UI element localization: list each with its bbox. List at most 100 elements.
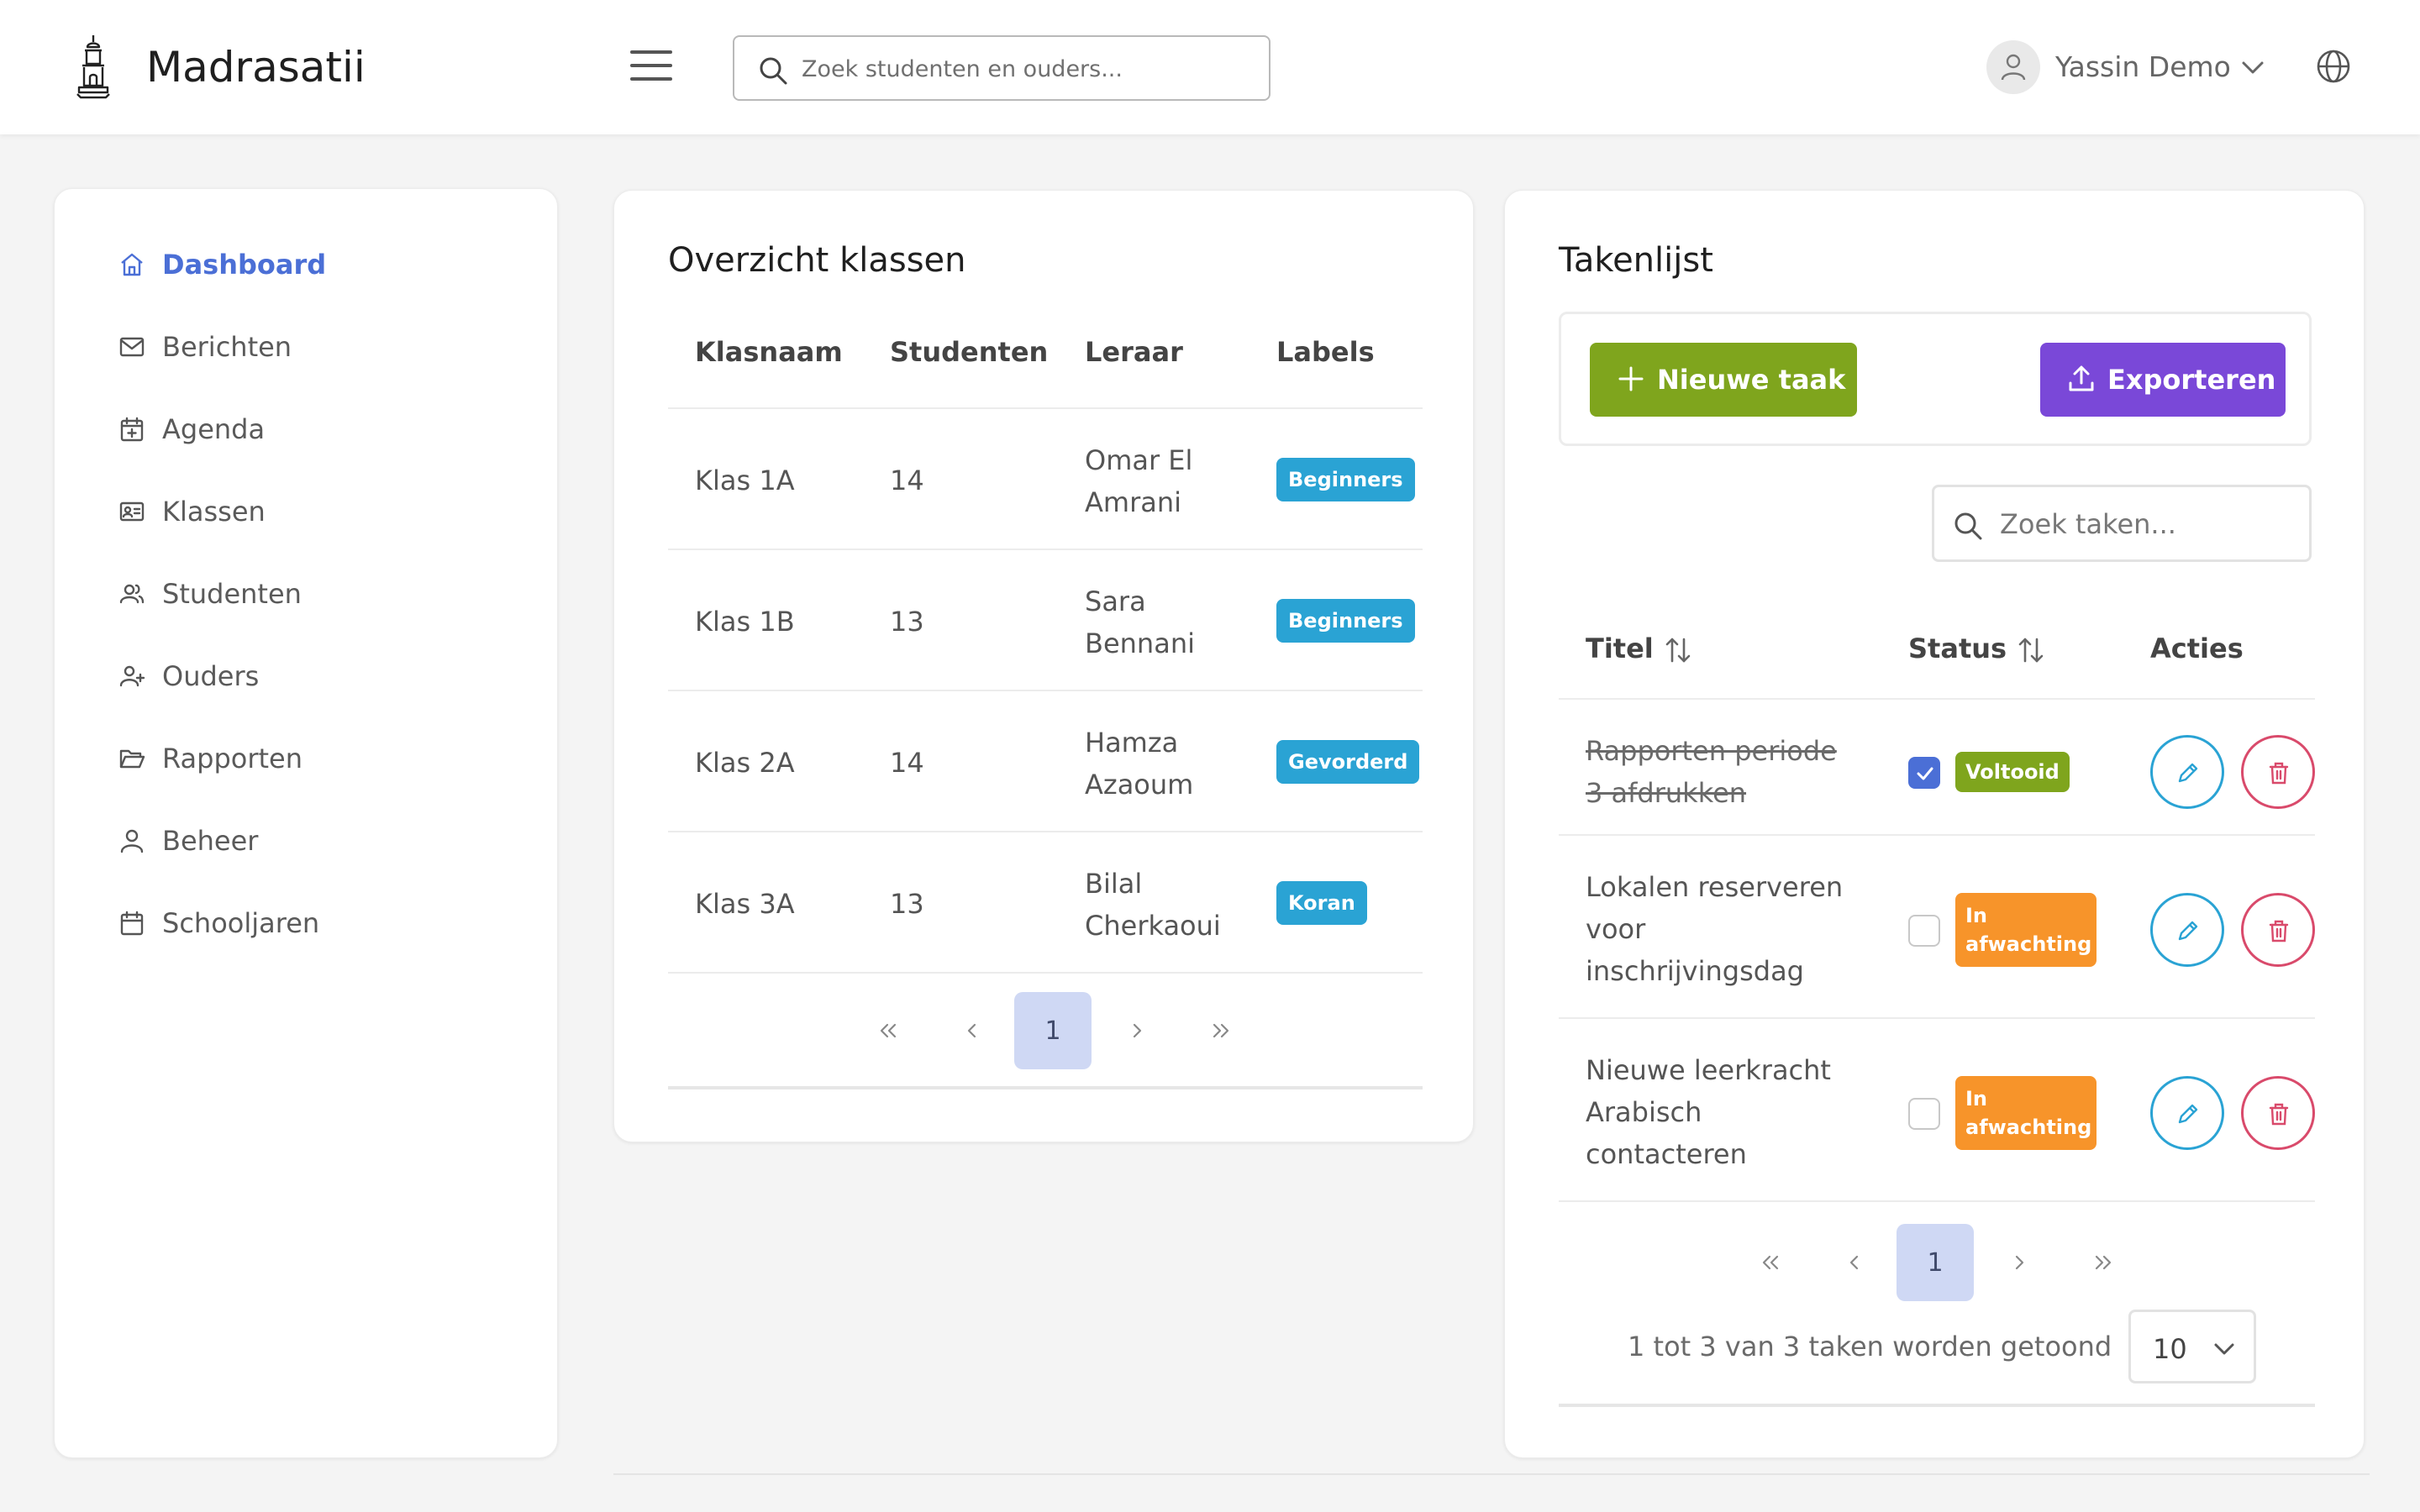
last-page-button[interactable] [1182,992,1260,1069]
sidebar-item-berichten[interactable]: Berichten [118,322,505,372]
sort-icon [1665,638,1691,663]
pagination-info: 1 tot 3 van 3 taken worden getoond [1628,1331,2112,1362]
sidebar-item-dashboard[interactable]: Dashboard [118,239,505,290]
delete-task-button[interactable] [2241,735,2315,809]
user-icon [120,829,144,853]
column-header-labels[interactable]: Labels [1276,335,1375,369]
last-page-button[interactable] [2065,1224,2142,1301]
export-button[interactable]: Exporteren [2040,343,2286,417]
sidebar-item-label: Dashboard [162,249,327,281]
task-done-checkbox[interactable] [1908,915,1940,947]
sidebar-item-schooljaren[interactable]: Schooljaren [118,898,505,948]
check-icon [1917,767,1933,780]
task-search-input[interactable] [2000,499,2294,549]
column-header-titel[interactable]: Titel [1586,627,1694,669]
task-list-card: Takenlijst Nieuwe taak Exporteren Titel … [1504,190,2365,1458]
calendar-icon [120,911,144,936]
app-title: Madrasatii [146,43,366,92]
chevron-right-icon [2015,1255,2024,1270]
search-icon [1954,512,1982,540]
divider [1559,1200,2315,1202]
task-title: Arabisch [1586,1096,1702,1128]
sidebar-item-label: Agenda [162,413,266,445]
top-bar: Madrasatii Yassin Demo [0,0,2420,134]
page-size-select[interactable]: 10 [2128,1310,2256,1383]
edit-task-button[interactable] [2150,735,2224,809]
folder-open-icon [119,749,145,769]
edit-task-button[interactable] [2150,1076,2224,1150]
footer-divider [613,1473,2370,1475]
delete-task-button[interactable] [2241,893,2315,967]
task-toolbar: Nieuwe taak Exporteren [1559,312,2312,446]
plus-icon [1618,366,1644,391]
home-icon [121,253,143,276]
sidebar-item-rapporten[interactable]: Rapporten [118,733,505,784]
pencil-icon [2178,763,2198,783]
next-page-button[interactable] [1981,1224,2058,1301]
classes-title: Overzicht klassen [668,241,966,280]
sidebar-item-ouders[interactable]: Ouders [118,651,505,701]
class-label-badge: Beginners [1276,458,1415,501]
first-page-button[interactable] [850,992,927,1069]
status-badge: Voltooid [1955,752,2070,792]
sidebar-item-label: Berichten [162,331,292,363]
status-text: afwachting [1965,932,2092,956]
column-header-leraar[interactable]: Leraar [1085,335,1183,369]
column-header-studenten[interactable]: Studenten [890,335,1048,369]
column-header-acties: Acties [2150,633,2244,664]
sidebar-item-beheer[interactable]: Beheer [118,816,505,866]
hamburger-menu-icon[interactable] [629,47,674,84]
chevron-right-icon [1133,1023,1142,1038]
task-title: Rapporten periode [1586,735,1837,767]
class-students: 13 [890,606,924,638]
id-card-icon [119,501,145,522]
chevrons-left-icon [1762,1255,1779,1270]
calendar-plus-icon [120,417,144,442]
task-title: Nieuwe leerkracht [1586,1054,1831,1086]
tasks-title: Takenlijst [1559,241,1713,280]
divider [668,549,1423,550]
prev-page-button[interactable] [934,992,1011,1069]
sidebar-item-label: Klassen [162,496,266,528]
class-name: Klas 2A [695,747,795,779]
mosque-logo-icon [76,35,110,99]
user-menu[interactable]: Yassin Demo [1986,40,2272,94]
task-title: 3 afdrukken [1586,777,1747,809]
status-text: In [1965,904,1988,927]
class-teacher: Bennani [1085,627,1195,659]
divider [668,831,1423,832]
class-name: Klas 3A [695,888,795,920]
divider [1559,834,2315,836]
sidebar-item-studenten[interactable]: Studenten [118,569,505,619]
task-done-checkbox[interactable] [1908,1098,1940,1130]
class-teacher: Cherkaoui [1085,910,1221,942]
first-page-button[interactable] [1732,1224,1809,1301]
sidebar: Dashboard Berichten Agenda Klassen Stude… [54,188,558,1458]
trash-icon [2269,1103,2289,1126]
page-1-button[interactable]: 1 [1897,1224,1974,1301]
users-icon [119,584,145,604]
edit-task-button[interactable] [2150,893,2224,967]
sidebar-item-agenda[interactable]: Agenda [118,404,505,454]
class-teacher: Sara [1085,585,1146,617]
global-search [733,35,1270,101]
chevrons-right-icon [1213,1023,1229,1038]
column-header-status[interactable]: Status [1908,627,2047,669]
trash-icon [2269,920,2289,942]
delete-task-button[interactable] [2241,1076,2315,1150]
prev-page-button[interactable] [1816,1224,1893,1301]
column-header-klasnaam[interactable]: Klasnaam [695,335,843,369]
search-icon [760,57,787,85]
chevron-left-icon [1849,1255,1859,1270]
page-size-value: 10 [2153,1333,2187,1365]
user-icon [2001,54,2026,81]
globe-language-icon[interactable] [2316,49,2351,84]
next-page-button[interactable] [1098,992,1176,1069]
search-input[interactable] [802,45,1255,92]
class-students: 14 [890,465,924,496]
new-task-button[interactable]: Nieuwe taak [1590,343,1857,417]
mail-icon [119,337,145,357]
task-done-checkbox[interactable] [1908,757,1940,789]
page-1-button[interactable]: 1 [1014,992,1092,1069]
sidebar-item-klassen[interactable]: Klassen [118,486,505,537]
